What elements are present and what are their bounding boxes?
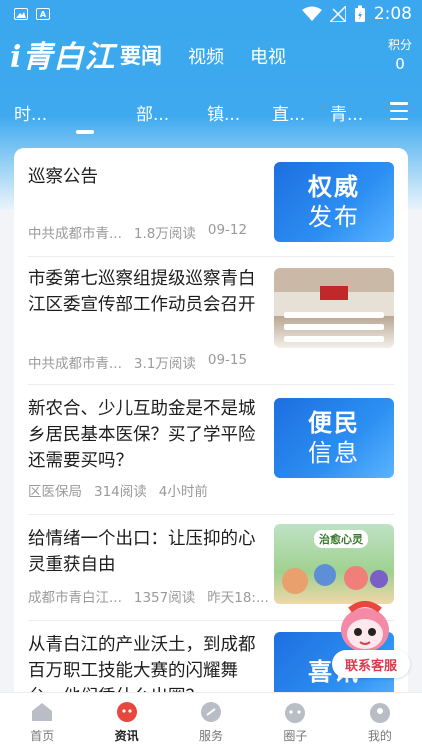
- figure: [344, 566, 368, 590]
- news-reads: 1357阅读: [133, 590, 196, 606]
- bottom-tab-bar: 首页 资讯 服务 圈子 我的: [0, 692, 422, 750]
- news-meta: 中共成都市青... 1.8万阅读 09-12: [28, 222, 247, 242]
- news-time: 4小时前: [158, 484, 208, 500]
- news-source: 成都市青白江...: [28, 590, 122, 606]
- news-time: 09-15: [207, 352, 248, 368]
- tab-news-feed[interactable]: 资讯: [84, 693, 168, 750]
- channel-tab[interactable]: 直...: [272, 100, 305, 125]
- news-meta: 区医保局 314阅读 4小时前: [28, 480, 208, 500]
- contact-service-button[interactable]: 联系客服: [332, 650, 410, 678]
- app-logo: i青白江: [10, 40, 116, 75]
- home-icon: [32, 703, 53, 721]
- tab-services[interactable]: 服务: [169, 693, 253, 750]
- figure: [314, 564, 336, 586]
- news-icon: [116, 702, 137, 722]
- active-channel-indicator: [76, 130, 94, 134]
- channel-tab[interactable]: 镇...: [207, 100, 240, 125]
- news-thumbnail: 治愈心灵: [274, 524, 394, 604]
- wifi-icon: [301, 6, 322, 21]
- thumb-text: 治愈心灵: [314, 530, 368, 548]
- app-notification-icon: A: [36, 8, 50, 20]
- tab-label: 首页: [30, 729, 55, 743]
- tab-home[interactable]: 首页: [0, 693, 84, 750]
- thumb-text: 便民: [308, 409, 360, 437]
- thumb-text: 发布: [308, 203, 360, 231]
- battery-icon: [354, 5, 365, 22]
- points-value: 0: [395, 55, 405, 73]
- channel-menu-icon[interactable]: [390, 102, 408, 120]
- thumb-text: 信息: [308, 439, 360, 467]
- tab-label: 圈子: [283, 729, 308, 743]
- tab-me[interactable]: 我的: [338, 693, 422, 750]
- channel-bar: 时... 部... 镇... 直... 青...: [0, 96, 422, 134]
- news-source: 区医保局: [28, 484, 82, 500]
- news-reads: 1.8万阅读: [133, 226, 196, 242]
- news-thumbnail: 便民 信息: [274, 398, 394, 478]
- news-time: 09-12: [207, 222, 248, 238]
- news-reads: 3.1万阅读: [133, 356, 196, 372]
- status-bar: A 2:08: [0, 0, 422, 30]
- top-nav: 要闻 视频 电视: [120, 40, 286, 70]
- news-item[interactable]: 新农合、少儿互助金是不是城乡居民基本医保？买了学平险还需要买吗？ 区医保局 31…: [14, 384, 408, 514]
- news-source: 中共成都市青...: [28, 226, 122, 242]
- figure: [282, 568, 308, 594]
- figure: [370, 570, 388, 588]
- news-item[interactable]: 市委第七巡察组提级巡察青白江区委宣传部工作动员会召开 中共成都市青... 3.1…: [14, 256, 408, 384]
- news-title: 市委第七巡察组提级巡察青白江区委宣传部工作动员会召开: [28, 269, 256, 315]
- thumb-text: 权威: [308, 173, 360, 201]
- tab-circle[interactable]: 圈子: [253, 693, 337, 750]
- points-label: 积分: [387, 38, 412, 52]
- no-signal-icon: [329, 6, 346, 22]
- points-widget[interactable]: 积分 0: [388, 36, 412, 73]
- news-time: 昨天18:...: [207, 590, 269, 606]
- news-thumbnail: 权威 发布: [274, 162, 394, 242]
- tab-news[interactable]: 要闻: [120, 40, 162, 70]
- news-meta: 中共成都市青... 3.1万阅读 09-15: [28, 352, 247, 372]
- tab-tv[interactable]: 电视: [250, 43, 286, 69]
- news-title: 巡察公告: [28, 167, 98, 187]
- channel-tab[interactable]: 青...: [330, 100, 363, 125]
- image-notification-icon: [14, 8, 28, 20]
- services-icon: [201, 702, 222, 722]
- channel-tab[interactable]: 时...: [14, 100, 47, 125]
- circle-icon: [285, 703, 306, 723]
- tab-label: 服务: [199, 729, 224, 743]
- meeting-banner: [320, 286, 348, 300]
- news-title: 新农合、少儿互助金是不是城乡居民基本医保？买了学平险还需要买吗？: [28, 399, 256, 471]
- tab-label: 资讯: [114, 729, 139, 743]
- tab-label: 我的: [367, 729, 392, 743]
- news-reads: 314阅读: [94, 484, 147, 500]
- news-meta: 成都市青白江... 1357阅读 昨天18:...: [28, 586, 269, 606]
- news-source: 中共成都市青...: [28, 356, 122, 372]
- tab-video[interactable]: 视频: [188, 43, 224, 69]
- news-thumbnail: [274, 268, 394, 348]
- news-title: 给情绪一个出口：让压抑的心灵重获自由: [28, 529, 256, 575]
- news-item[interactable]: 巡察公告 中共成都市青... 1.8万阅读 09-12 权威 发布: [14, 148, 408, 256]
- channel-tab[interactable]: 部...: [136, 100, 169, 125]
- profile-icon: [369, 703, 390, 723]
- clock: 2:08: [373, 4, 412, 24]
